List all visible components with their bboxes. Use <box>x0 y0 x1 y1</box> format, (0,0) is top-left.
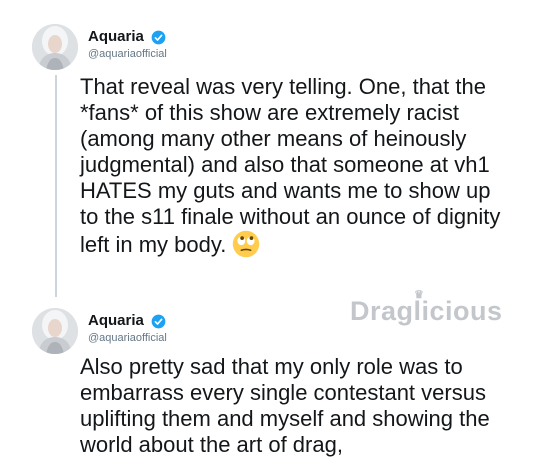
display-name[interactable]: Aquaria <box>88 312 144 330</box>
display-name[interactable]: Aquaria <box>88 28 144 46</box>
verified-badge-icon <box>151 30 166 44</box>
tweet-text: Also pretty sad that my only role was to… <box>80 354 490 457</box>
watermark-logo: Draglicious ♛ <box>350 289 503 327</box>
tweet-author: Aquaria @aquariaofficial <box>88 28 167 61</box>
verified-badge-icon <box>151 314 166 328</box>
user-handle[interactable]: @aquariaofficial <box>88 331 167 345</box>
tweet-text: That reveal was very telling. One, that … <box>80 74 510 258</box>
avatar[interactable] <box>32 24 78 70</box>
tweet-author: Aquaria @aquariaofficial <box>88 312 167 345</box>
tweet-body: That reveal was very telling. One, that … <box>80 74 501 257</box>
face-with-rolling-eyes-icon <box>233 230 260 258</box>
thread-connector-line <box>55 75 57 297</box>
watermark-text: Draglicious <box>350 296 503 326</box>
user-handle[interactable]: @aquariaofficial <box>88 47 167 61</box>
avatar[interactable] <box>32 308 78 354</box>
crown-icon: ♛ <box>414 289 425 301</box>
